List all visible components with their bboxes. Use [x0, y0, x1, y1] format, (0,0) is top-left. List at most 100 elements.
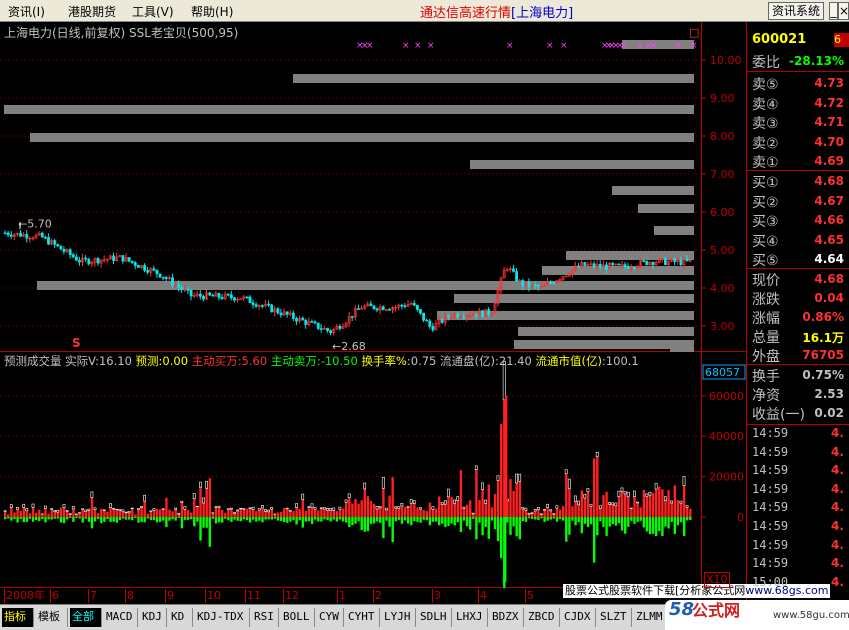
candle-body — [248, 296, 252, 304]
close-icon[interactable]: × — [838, 2, 849, 20]
info-system-button[interactable]: 资讯系统 — [768, 2, 825, 20]
tab-boll[interactable]: BOLL — [281, 608, 315, 627]
price-chart[interactable]: 10.00 9.00 8.00 7.00 6.00 5.00 4.00 3.00 × × × × × × ×… — [0, 22, 747, 352]
active-buy-bar — [422, 510, 425, 517]
active-sell-bar — [472, 517, 475, 519]
tab-macd[interactable]: MACD — [104, 608, 138, 627]
total-volume-outline — [471, 512, 475, 515]
volume-chart[interactable]: 68057 60000 40000 20000 0 — [0, 352, 747, 588]
active-sell-bar — [611, 517, 614, 525]
active-sell-bar — [90, 517, 94, 529]
active-sell-bar — [568, 517, 571, 535]
tab-slzt[interactable]: SLZT — [598, 608, 632, 627]
tab-zbcd[interactable]: ZBCD — [526, 608, 560, 627]
total-volume-outline — [440, 502, 444, 505]
minimize-icon[interactable]: _ — [829, 2, 838, 20]
total-volume-outline — [195, 505, 199, 508]
active-buy-bar — [31, 507, 35, 517]
menu-help[interactable]: 帮助(H) — [191, 3, 233, 20]
active-buy-bar — [475, 469, 478, 517]
tab-kdj[interactable]: KDJ — [140, 608, 167, 627]
active-buy-bar — [131, 508, 134, 517]
active-sell-bar — [382, 517, 385, 539]
total-volume-outline — [270, 507, 274, 510]
active-sell-bar — [658, 517, 661, 532]
tab-bdzx[interactable]: BDZX — [490, 608, 524, 627]
active-buy-bar — [481, 489, 484, 517]
active-buy-bar — [670, 503, 673, 517]
tab-cyw[interactable]: CYW — [317, 608, 344, 627]
signal-marker: × — [414, 41, 422, 51]
total-volume-outline — [152, 508, 156, 511]
active-sell-bar — [388, 517, 391, 527]
total-volume-outline — [112, 507, 116, 510]
bid-level-label: 买③ — [752, 214, 779, 230]
active-buy-bar — [134, 514, 137, 517]
active-sell-bar — [115, 517, 118, 523]
active-buy-bar — [602, 495, 605, 517]
candle-body — [372, 305, 376, 310]
tick-price: 4. — [831, 481, 844, 496]
candle-body — [186, 289, 190, 291]
tab-rsi[interactable]: RSI — [252, 608, 279, 627]
quote-divider — [747, 424, 849, 425]
tab-cjdx[interactable]: CJDX — [562, 608, 596, 627]
tab-指标[interactable]: 指标 — [2, 608, 34, 627]
active-buy-bar — [199, 487, 202, 517]
candle-body — [304, 319, 308, 325]
ad-banner[interactable]: 股票公式股票软件下载[分析家公式网www.68gs.com — [563, 584, 831, 598]
stock-code: 600021 — [752, 32, 807, 47]
price-tick-label: 3.00 — [710, 320, 735, 333]
candle-body — [254, 304, 258, 307]
total-volume-outline — [102, 509, 106, 511]
active-sell-bar — [10, 517, 13, 521]
total-volume-outline — [549, 509, 553, 512]
tab-kd[interactable]: KD — [169, 608, 193, 627]
active-buy-bar — [345, 502, 348, 517]
menu-tools[interactable]: 工具(V) — [132, 3, 174, 20]
tab-zlmm[interactable]: ZLMM — [634, 608, 668, 627]
active-buy-bar — [394, 508, 397, 517]
active-buy-bar — [360, 500, 363, 517]
total-volume-outline — [384, 507, 388, 511]
active-sell-bar — [509, 517, 512, 535]
active-buy-bar — [512, 490, 515, 517]
tab-全部[interactable]: 全部 — [70, 608, 102, 627]
active-sell-bar — [335, 517, 339, 522]
price-tick-label: 9.00 — [710, 92, 735, 105]
tab-lhxj[interactable]: LHXJ — [454, 608, 488, 627]
active-sell-bar — [165, 517, 168, 528]
active-buy-bar — [152, 510, 156, 517]
tab-模板[interactable]: 模板 — [36, 608, 68, 627]
candle-body — [617, 263, 621, 266]
fundamental-label: 换手 — [752, 369, 780, 385]
active-buy-bar — [273, 514, 277, 517]
total-volume-outline — [546, 503, 550, 508]
active-sell-bar — [673, 517, 676, 534]
candle-body — [400, 304, 404, 307]
active-sell-bar — [596, 517, 599, 536]
active-sell-bar — [617, 517, 621, 524]
bid-level-label: 买④ — [752, 233, 779, 250]
low-price-label: ←2.68 — [332, 340, 366, 352]
tab-cyht[interactable]: CYHT — [346, 608, 380, 627]
active-buy-bar — [438, 496, 441, 517]
active-buy-bar — [369, 501, 373, 517]
menu-info[interactable]: 资讯(I) — [8, 3, 45, 20]
candle-body — [164, 277, 168, 280]
active-buy-bar — [90, 497, 94, 517]
candle-body — [527, 281, 531, 288]
candle-body — [623, 264, 627, 267]
tab-sdlh[interactable]: SDLH — [418, 608, 452, 627]
active-buy-bar — [549, 510, 552, 517]
active-sell-bar — [571, 517, 574, 521]
active-sell-bar — [487, 517, 490, 539]
menu-hk-futures[interactable]: 港股期货 — [68, 3, 116, 20]
total-volume-outline — [626, 491, 630, 498]
tab-kdj-tdx[interactable]: KDJ-TDX — [195, 608, 250, 627]
date-label: 2 — [373, 589, 382, 603]
active-buy-bar — [115, 509, 118, 517]
tab-lyjh[interactable]: LYJH — [382, 608, 416, 627]
logo-url: www.58gu.com — [773, 610, 849, 621]
active-sell-bar — [651, 517, 655, 534]
